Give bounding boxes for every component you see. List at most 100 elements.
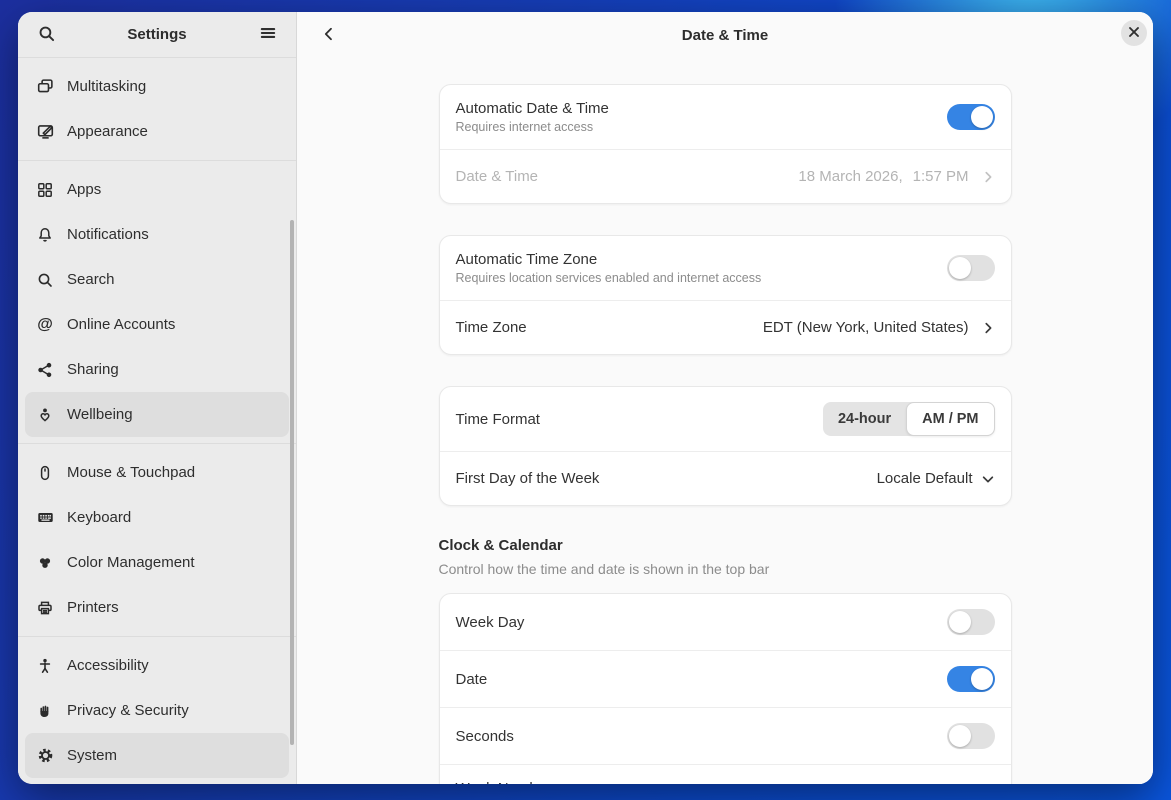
clock-calendar-card: Week Day Date Seconds [439, 593, 1012, 784]
accessibility-icon [36, 657, 54, 675]
sidebar-item-mouse-touchpad[interactable]: Mouse & Touchpad [25, 450, 289, 495]
seconds-row: Seconds [440, 707, 1011, 764]
nav-group-apps: Apps Notifications Search @ Online A [18, 161, 296, 444]
sidebar-item-printers[interactable]: Printers [25, 585, 289, 630]
row-subtitle: Requires location services enabled and i… [456, 271, 935, 285]
sidebar-item-multitasking[interactable]: Multitasking [25, 64, 289, 109]
wellbeing-icon [36, 406, 54, 424]
row-title: Automatic Time Zone [456, 251, 935, 268]
page-title: Date & Time [297, 27, 1153, 44]
datetime-row[interactable]: Date & Time 18 March 2026,1:57 PM [440, 149, 1011, 203]
sidebar-item-label: Online Accounts [67, 316, 175, 333]
sidebar-item-label: Wellbeing [67, 406, 133, 423]
multitasking-icon [36, 78, 54, 96]
sidebar-nav: Multitasking Appearance Apps [18, 58, 296, 784]
hamburger-icon [259, 24, 277, 45]
sidebar-scrollbar[interactable] [290, 220, 294, 745]
time-format-segmented: 24-hour AM / PM [823, 402, 995, 436]
toggle-knob [971, 668, 993, 690]
back-button[interactable] [313, 19, 345, 51]
sidebar-item-system[interactable]: System [25, 733, 289, 778]
sidebar-item-label: Notifications [67, 226, 149, 243]
sidebar-item-search[interactable]: Search [25, 257, 289, 302]
date-row: Date [440, 650, 1011, 707]
apps-grid-icon [36, 181, 54, 199]
hand-icon [36, 702, 54, 720]
first-day-value: Locale Default [877, 470, 973, 487]
at-sign-icon: @ [36, 316, 54, 334]
nav-group-personalization: Multitasking Appearance [18, 58, 296, 161]
timezone-card: Automatic Time Zone Requires location se… [439, 235, 1012, 355]
toggle-knob [971, 106, 993, 128]
sidebar-item-label: Accessibility [67, 657, 149, 674]
section-description: Control how the time and date is shown i… [439, 561, 1012, 577]
chevron-down-icon [981, 472, 995, 486]
auto-datetime-toggle[interactable] [947, 104, 995, 130]
close-button[interactable] [1121, 20, 1147, 46]
chevron-right-icon [981, 321, 995, 335]
sidebar-item-label: System [67, 747, 117, 764]
row-title: First Day of the Week [456, 470, 865, 487]
row-text: Automatic Date & Time Requires internet … [456, 100, 935, 134]
sidebar-item-color-management[interactable]: Color Management [25, 540, 289, 585]
sidebar-item-online-accounts[interactable]: @ Online Accounts [25, 302, 289, 347]
back-chevron-icon [321, 26, 337, 45]
printer-icon [36, 599, 54, 617]
sidebar-item-apps[interactable]: Apps [25, 167, 289, 212]
row-text: Seconds [456, 728, 935, 745]
sidebar-item-privacy-security[interactable]: Privacy & Security [25, 688, 289, 733]
row-text: Time Format [456, 411, 811, 428]
nav-group-devices: Mouse & Touchpad Keyboard Color Manageme… [18, 444, 296, 637]
search-button[interactable] [30, 19, 62, 51]
sidebar-item-label: Appearance [67, 123, 148, 140]
row-text: Date & Time [456, 168, 787, 185]
sidebar-item-label: Multitasking [67, 78, 146, 95]
sidebar: Settings Multitasking [18, 12, 297, 784]
row-text: Time Zone [456, 319, 751, 336]
search-icon [36, 271, 54, 289]
sidebar-item-wellbeing[interactable]: Wellbeing [25, 392, 289, 437]
header-bar: Date & Time [297, 12, 1153, 58]
close-icon [1128, 26, 1140, 41]
sidebar-title: Settings [127, 26, 186, 43]
timezone-value: EDT (New York, United States) [763, 319, 969, 336]
mouse-icon [36, 464, 54, 482]
sidebar-item-label: Printers [67, 599, 119, 616]
format-card: Time Format 24-hour AM / PM First Day of… [439, 386, 1012, 506]
page-content: Automatic Date & Time Requires internet … [297, 58, 1153, 784]
sidebar-item-label: Search [67, 271, 115, 288]
sidebar-item-label: Sharing [67, 361, 119, 378]
sidebar-item-keyboard[interactable]: Keyboard [25, 495, 289, 540]
row-title: Time Format [456, 411, 811, 428]
row-text: Automatic Time Zone Requires location se… [456, 251, 935, 285]
toggle-knob [949, 611, 971, 633]
keyboard-icon [36, 509, 54, 527]
gear-icon [36, 747, 54, 765]
segment-24-hour[interactable]: 24-hour [823, 402, 906, 436]
row-subtitle: Requires internet access [456, 120, 935, 134]
date-toggle[interactable] [947, 666, 995, 692]
row-title: Week Day [456, 614, 935, 631]
week-numbers-row: Week Numbers Shown in the dropdown calen… [440, 764, 1011, 784]
sidebar-item-accessibility[interactable]: Accessibility [25, 643, 289, 688]
seconds-toggle[interactable] [947, 723, 995, 749]
sidebar-item-sharing[interactable]: Sharing [25, 347, 289, 392]
settings-window: Settings Multitasking [18, 12, 1153, 784]
auto-timezone-toggle[interactable] [947, 255, 995, 281]
bell-icon [36, 226, 54, 244]
first-day-dropdown[interactable]: Locale Default [877, 470, 995, 487]
first-day-row[interactable]: First Day of the Week Locale Default [440, 451, 1011, 505]
sidebar-item-notifications[interactable]: Notifications [25, 212, 289, 257]
sidebar-item-appearance[interactable]: Appearance [25, 109, 289, 154]
row-text: Week Numbers Shown in the dropdown calen… [456, 780, 935, 784]
clock-calendar-section: Clock & Calendar Control how the time an… [439, 537, 1012, 577]
menu-button[interactable] [252, 19, 284, 51]
timezone-row[interactable]: Time Zone EDT (New York, United States) [440, 300, 1011, 354]
nav-group-system: Accessibility Privacy & Security System [18, 637, 296, 784]
main-pane: Date & Time Automatic Date & Time Requir… [297, 12, 1153, 784]
segment-am-pm[interactable]: AM / PM [906, 402, 994, 436]
row-text: First Day of the Week [456, 470, 865, 487]
sidebar-header: Settings [18, 12, 296, 58]
week-day-toggle[interactable] [947, 609, 995, 635]
auto-timezone-row: Automatic Time Zone Requires location se… [440, 236, 1011, 300]
